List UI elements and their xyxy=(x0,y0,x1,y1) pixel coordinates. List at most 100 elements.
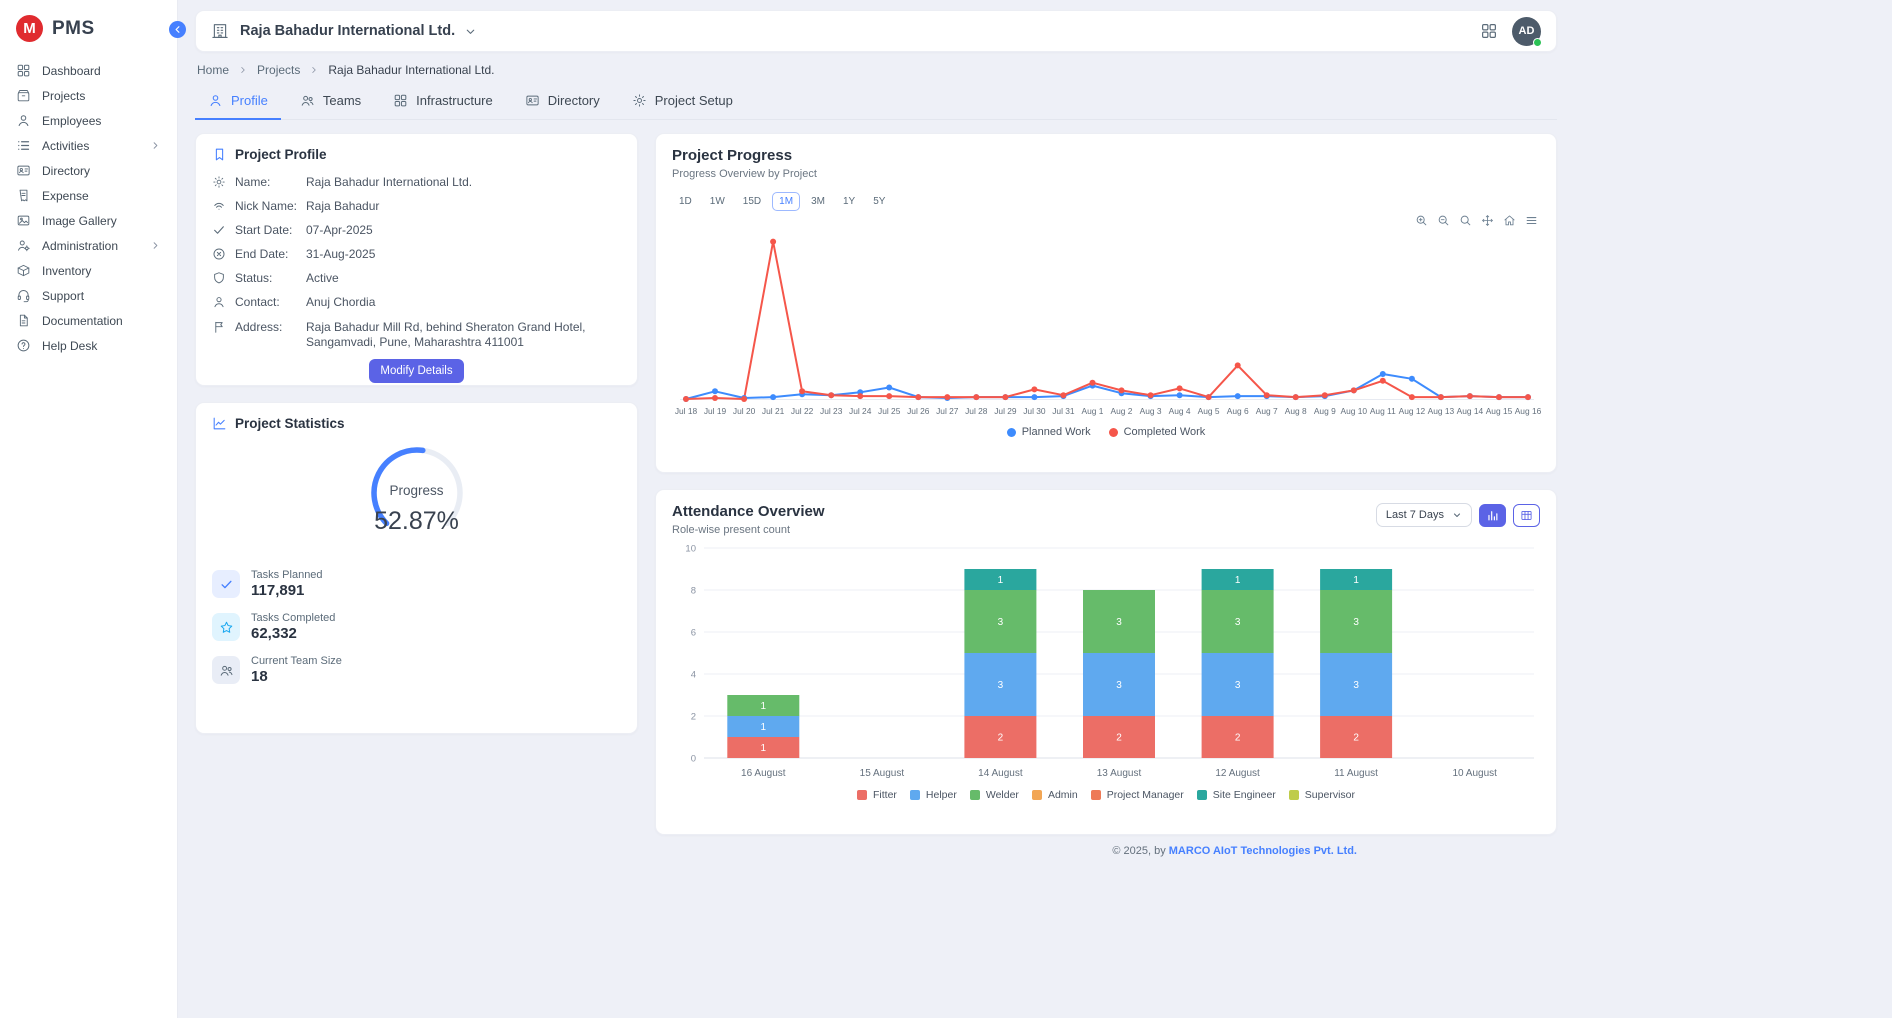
tasks-completed-icon xyxy=(219,620,234,635)
stat-value: 18 xyxy=(251,668,342,685)
legend-label: Planned Work xyxy=(1022,426,1091,438)
breadcrumb-item-projects[interactable]: Projects xyxy=(257,63,300,77)
stat-text: Tasks Planned117,891 xyxy=(251,569,323,599)
tab-directory[interactable]: Directory xyxy=(512,84,613,120)
svg-text:Aug 16: Aug 16 xyxy=(1515,406,1542,416)
progress-card-subtitle: Progress Overview by Project xyxy=(672,168,1540,180)
attendance-chart-legend: Fitter Helper Welder Admin Project Manager Si… xyxy=(672,789,1540,801)
teams-tab-icon xyxy=(300,93,315,108)
progress-card-title: Project Progress xyxy=(672,147,1540,164)
tab-infrastructure[interactable]: Infrastructure xyxy=(380,84,506,120)
legend-completed-work[interactable]: Completed Work xyxy=(1109,426,1206,438)
tab-project-setup[interactable]: Project Setup xyxy=(619,84,746,120)
apps-grid-icon[interactable] xyxy=(1480,22,1498,40)
range-15d[interactable]: 15D xyxy=(736,192,768,211)
pan-icon[interactable] xyxy=(1481,214,1494,227)
range-1m[interactable]: 1M xyxy=(772,192,800,211)
sidebar-item-directory[interactable]: Directory xyxy=(0,158,177,183)
stat-tasks-planned: Tasks Planned117,891 xyxy=(212,569,621,599)
profile-field-start-date: Start Date:07-Apr-2025 xyxy=(212,223,621,239)
range-1d[interactable]: 1D xyxy=(672,192,699,211)
sidebar-collapse-button[interactable] xyxy=(169,21,186,38)
sidebar-item-label: Dashboard xyxy=(42,64,101,78)
sidebar-item-projects[interactable]: Projects xyxy=(0,83,177,108)
profile-tab-icon xyxy=(208,93,223,108)
range-5y[interactable]: 5Y xyxy=(866,192,892,211)
legend-site-engineer[interactable]: Site Engineer xyxy=(1197,789,1276,801)
range-3m[interactable]: 3M xyxy=(804,192,832,211)
address-icon xyxy=(212,320,226,334)
sidebar-item-help-desk[interactable]: Help Desk xyxy=(0,333,177,358)
legend-helper[interactable]: Helper xyxy=(910,789,957,801)
home-icon[interactable] xyxy=(1503,214,1516,227)
zoom-out-icon[interactable] xyxy=(1437,214,1450,227)
team-size-icon xyxy=(219,663,234,678)
legend-welder[interactable]: Welder xyxy=(970,789,1019,801)
modify-details-button[interactable]: Modify Details xyxy=(369,359,463,383)
sidebar-item-support[interactable]: Support xyxy=(0,283,177,308)
gauge-label: Progress xyxy=(362,483,472,498)
date-range-value: Last 7 Days xyxy=(1386,509,1444,521)
avatar[interactable]: AD xyxy=(1512,17,1541,46)
menu-icon[interactable] xyxy=(1525,214,1538,227)
attendance-chart[interactable]: 024681011116 August15 August233114 Augus… xyxy=(672,542,1542,786)
image-gallery-icon xyxy=(16,213,31,228)
breadcrumb-item-home[interactable]: Home xyxy=(197,63,229,77)
gauge-value: 52.87% xyxy=(362,507,472,536)
company-selector[interactable]: Raja Bahadur International Ltd. xyxy=(240,23,455,39)
field-label: Address: xyxy=(235,320,297,351)
svg-text:13 August: 13 August xyxy=(1097,768,1142,779)
svg-text:6: 6 xyxy=(691,628,696,639)
content-grid: Project Profile Name:Raja Bahadur Intern… xyxy=(195,133,1892,857)
tab-label: Teams xyxy=(323,93,361,108)
sidebar-item-inventory[interactable]: Inventory xyxy=(0,258,177,283)
project-progress-chart[interactable]: Jul 18Jul 19Jul 20Jul 21Jul 22Jul 23Jul … xyxy=(672,215,1542,421)
chevron-left-icon xyxy=(172,24,183,35)
footer-link[interactable]: MARCO AIoT Technologies Pvt. Ltd. xyxy=(1169,845,1357,857)
sidebar-item-administration[interactable]: Administration xyxy=(0,233,177,258)
chevron-down-icon[interactable] xyxy=(464,25,477,38)
selection-zoom-icon[interactable] xyxy=(1459,214,1472,227)
legend-planned-work[interactable]: Planned Work xyxy=(1007,426,1091,438)
table-view-button[interactable] xyxy=(1513,504,1540,527)
svg-text:3: 3 xyxy=(998,680,1004,691)
legend-fitter[interactable]: Fitter xyxy=(857,789,897,801)
chevron-right-icon xyxy=(150,140,161,151)
tab-profile[interactable]: Profile xyxy=(195,84,281,120)
field-value: 07-Apr-2025 xyxy=(306,223,621,239)
profile-actions: Modify Details xyxy=(212,359,621,383)
sidebar-item-activities[interactable]: Activities xyxy=(0,133,177,158)
svg-text:1: 1 xyxy=(761,722,767,733)
sidebar-item-documentation[interactable]: Documentation xyxy=(0,308,177,333)
sidebar-item-dashboard[interactable]: Dashboard xyxy=(0,58,177,83)
chevron-right-icon xyxy=(309,65,319,75)
stat-value: 117,891 xyxy=(251,582,323,599)
svg-text:3: 3 xyxy=(1116,617,1122,628)
tab-teams[interactable]: Teams xyxy=(287,84,374,120)
svg-text:12 August: 12 August xyxy=(1215,768,1260,779)
bar-view-button[interactable] xyxy=(1479,504,1506,527)
legend-project-manager[interactable]: Project Manager xyxy=(1091,789,1184,801)
svg-text:Aug 7: Aug 7 xyxy=(1256,406,1278,416)
main-content: Raja Bahadur International Ltd. AD Home P… xyxy=(178,0,1892,857)
sidebar-item-image-gallery[interactable]: Image Gallery xyxy=(0,208,177,233)
field-value: Raja Bahadur Mill Rd, behind Sheraton Gr… xyxy=(306,320,621,351)
range-1y[interactable]: 1Y xyxy=(836,192,862,211)
statistics-card-title: Project Statistics xyxy=(235,416,345,431)
svg-text:16 August: 16 August xyxy=(741,768,786,779)
app-logo[interactable]: M PMS xyxy=(0,0,177,58)
legend-label: Fitter xyxy=(873,789,897,801)
range-1w[interactable]: 1W xyxy=(703,192,732,211)
field-label: Nick Name: xyxy=(235,199,297,215)
sidebar-item-expense[interactable]: Expense xyxy=(0,183,177,208)
legend-supervisor[interactable]: Supervisor xyxy=(1289,789,1355,801)
date-range-select[interactable]: Last 7 Days xyxy=(1376,503,1472,527)
right-column: Project Progress Progress Overview by Pr… xyxy=(655,133,1557,857)
progress-gauge: Progress 52.87% xyxy=(362,441,472,545)
sidebar-item-label: Administration xyxy=(42,239,118,253)
zoom-in-icon[interactable] xyxy=(1415,214,1428,227)
sidebar-item-employees[interactable]: Employees xyxy=(0,108,177,133)
administration-icon xyxy=(16,238,31,253)
activities-icon xyxy=(16,138,31,153)
legend-admin[interactable]: Admin xyxy=(1032,789,1078,801)
